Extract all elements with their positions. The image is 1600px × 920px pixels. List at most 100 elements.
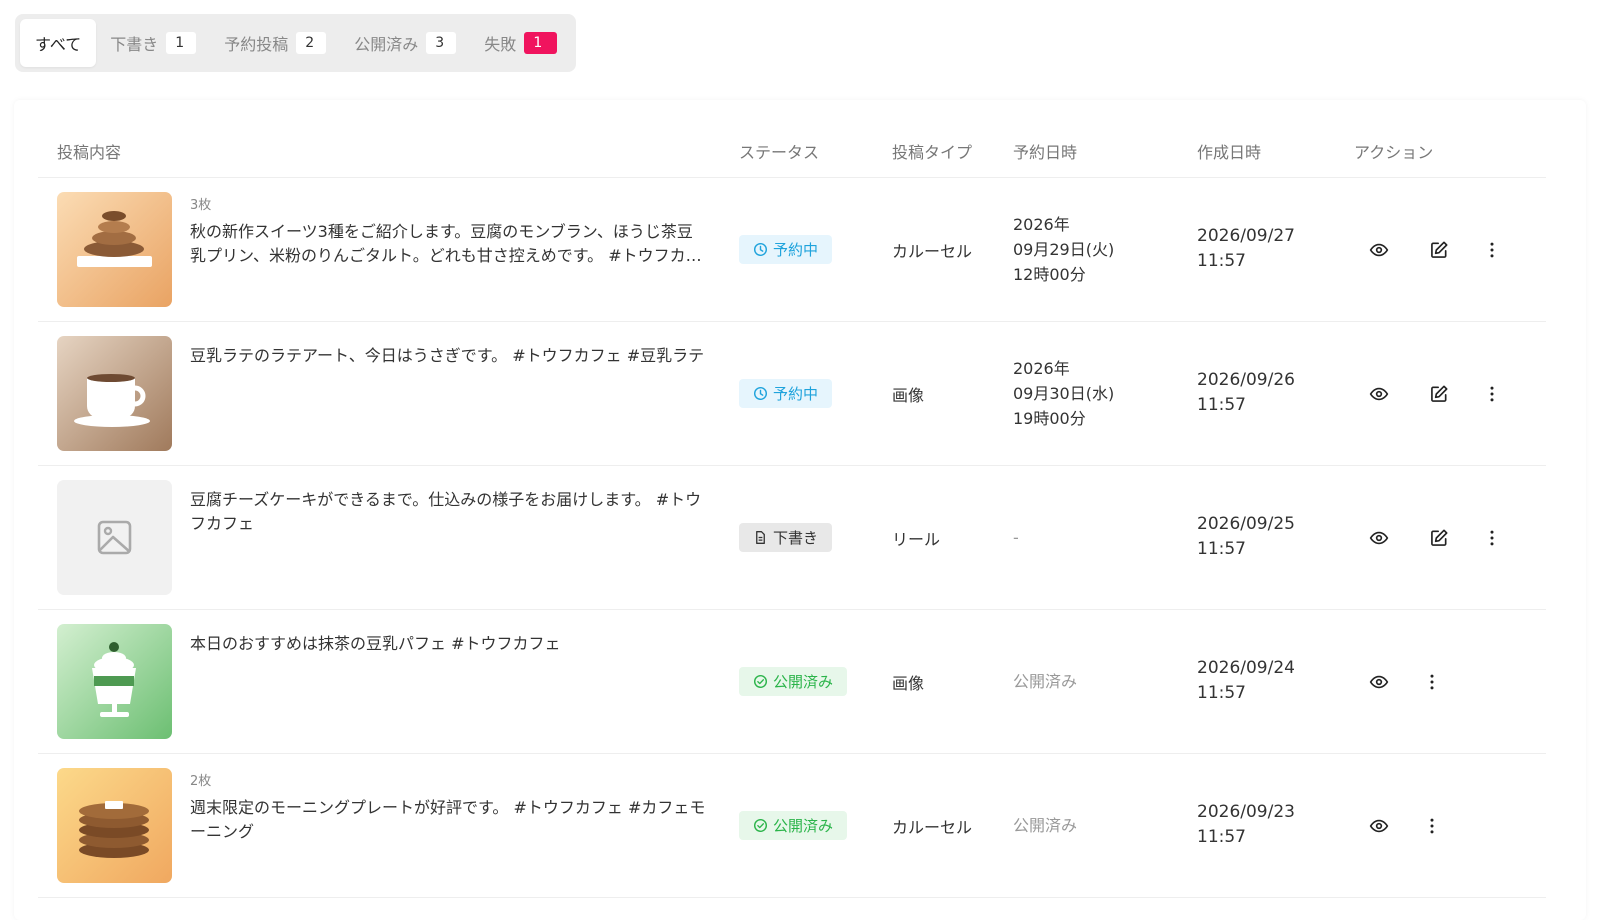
tab-all[interactable]: すべて xyxy=(20,19,97,67)
scheduled-time: 19時00分 xyxy=(1013,409,1086,428)
table-row[interactable]: 2枚 週末限定のモーニングプレートが好評です。 #トウフカフェ #カフェモーニン… xyxy=(38,754,1546,898)
post-thumbnail-parfait[interactable] xyxy=(57,624,172,739)
post-thumbnail-empty[interactable] xyxy=(57,480,172,595)
post-content: 豆腐チーズケーキができるまで。仕込みの様子をお届けします。 #トウフカフェ xyxy=(190,490,702,533)
scheduled-datetime: 公開済み xyxy=(1013,816,1078,835)
created-time: 11:57 xyxy=(1197,539,1246,559)
status-badge: 公開済み xyxy=(739,811,848,840)
tab-label: 失敗 xyxy=(484,35,517,54)
table-row[interactable]: 豆乳ラテのラテアート、今日はうさぎです。 #トウフカフェ #豆乳ラテ 予約中 画… xyxy=(38,322,1546,466)
created-time: 11:57 xyxy=(1197,683,1246,703)
post-content: 豆乳ラテのラテアート、今日はうさぎです。 #トウフカフェ #豆乳ラテ xyxy=(190,346,705,365)
scheduled-datetime: 公開済み xyxy=(1013,672,1078,691)
created-date: 2026/09/23 xyxy=(1197,802,1295,822)
tab-count-badge: 1 xyxy=(166,32,197,54)
status-label: 公開済み xyxy=(773,673,834,691)
edit-icon xyxy=(1431,385,1448,402)
edit-button[interactable] xyxy=(1427,526,1451,550)
created-datetime: 2026/09/27 11:57 xyxy=(1197,224,1295,274)
status-badge: 下書き xyxy=(739,523,833,552)
status-label: 公開済み xyxy=(773,817,834,835)
table-header: 投稿内容 ステータス 投稿タイプ 予約日時 作成日時 アクション xyxy=(38,124,1546,178)
image-placeholder-icon xyxy=(97,520,132,555)
more-options-button[interactable] xyxy=(1480,238,1504,262)
post-type: リール xyxy=(892,530,941,549)
tab-scheduled[interactable]: 予約投稿 2 xyxy=(210,19,340,67)
more-options-button[interactable] xyxy=(1480,382,1504,406)
more-options-button[interactable] xyxy=(1480,526,1504,550)
eye-icon xyxy=(1369,819,1389,833)
created-datetime: 2026/09/24 11:57 xyxy=(1197,656,1295,706)
eye-icon xyxy=(1369,675,1389,689)
tab-label: 下書き xyxy=(110,35,159,54)
preview-button[interactable] xyxy=(1367,670,1391,694)
status-label: 予約中 xyxy=(773,385,819,403)
created-date: 2026/09/26 xyxy=(1197,370,1295,390)
tab-label: すべて xyxy=(35,35,82,54)
more-vertical-icon xyxy=(1430,818,1434,834)
post-thumbnail-latte[interactable] xyxy=(57,336,172,451)
more-options-button[interactable] xyxy=(1420,670,1444,694)
column-header-type: 投稿タイプ xyxy=(892,143,973,162)
column-header-status: ステータス xyxy=(739,143,820,162)
post-content: 本日のおすすめは抹茶の豆乳パフェ #トウフカフェ xyxy=(190,634,561,653)
scheduled-date: 09月29日(火) xyxy=(1013,240,1115,259)
parfait-illustration xyxy=(57,624,172,739)
check-circle-icon xyxy=(753,818,768,833)
created-date: 2026/09/25 xyxy=(1197,514,1295,534)
created-time: 11:57 xyxy=(1197,827,1246,847)
more-options-button[interactable] xyxy=(1420,814,1444,838)
created-time: 11:57 xyxy=(1197,251,1246,271)
created-date: 2026/09/27 xyxy=(1197,226,1295,246)
preview-button[interactable] xyxy=(1367,526,1391,550)
created-date: 2026/09/24 xyxy=(1197,658,1295,678)
edit-icon xyxy=(1431,241,1448,258)
column-header-created: 作成日時 xyxy=(1197,143,1262,162)
status-badge: 公開済み xyxy=(739,667,848,696)
tab-count-badge: 3 xyxy=(426,32,457,54)
status-badge: 予約中 xyxy=(739,379,833,408)
tab-count-badge: 1 xyxy=(524,32,558,54)
scheduled-datetime: 2026年 09月29日(火) 12時00分 xyxy=(1013,212,1114,287)
dessert-illustration xyxy=(57,192,172,307)
post-content: 週末限定のモーニングプレートが好評です。 #トウフカフェ #カフェモーニング xyxy=(190,798,706,841)
scheduled-year: 2026年 xyxy=(1013,215,1070,234)
post-thumbnail-montblanc[interactable] xyxy=(57,192,172,307)
clock-icon xyxy=(753,242,768,257)
edit-button[interactable] xyxy=(1427,238,1451,262)
table-row[interactable]: 本日のおすすめは抹茶の豆乳パフェ #トウフカフェ 公開済み 画像 公開済み 20… xyxy=(38,610,1546,754)
eye-icon xyxy=(1369,243,1389,257)
created-datetime: 2026/09/26 11:57 xyxy=(1197,368,1295,418)
tab-published[interactable]: 公開済み 3 xyxy=(340,19,470,67)
post-type: 画像 xyxy=(892,674,925,693)
table-row[interactable]: 3枚 秋の新作スイーツ3種をご紹介します。豆腐のモンブラン、ほうじ茶豆乳プリン、… xyxy=(38,178,1546,322)
eye-icon xyxy=(1369,531,1389,545)
post-content: 秋の新作スイーツ3種をご紹介します。豆腐のモンブラン、ほうじ茶豆乳プリン、米粉の… xyxy=(190,222,702,265)
status-label: 下書き xyxy=(773,529,819,547)
column-header-scheduled: 予約日時 xyxy=(1013,143,1078,162)
preview-button[interactable] xyxy=(1367,382,1391,406)
pancake-illustration xyxy=(57,768,172,883)
tab-failed[interactable]: 失敗 1 xyxy=(470,19,571,67)
status-badge: 予約中 xyxy=(739,235,833,264)
clock-icon xyxy=(753,386,768,401)
created-datetime: 2026/09/25 11:57 xyxy=(1197,512,1295,562)
preview-button[interactable] xyxy=(1367,814,1391,838)
post-thumbnail-pancakes[interactable] xyxy=(57,768,172,883)
edit-button[interactable] xyxy=(1427,382,1451,406)
tab-draft[interactable]: 下書き 1 xyxy=(96,19,210,67)
more-vertical-icon xyxy=(1490,386,1494,402)
tab-label: 公開済み xyxy=(354,35,419,54)
preview-button[interactable] xyxy=(1367,238,1391,262)
scheduled-datetime: 2026年 09月30日(水) 19時00分 xyxy=(1013,356,1114,431)
scheduled-time: 12時00分 xyxy=(1013,265,1086,284)
scheduled-date: 09月30日(水) xyxy=(1013,384,1115,403)
status-filter-tabs: すべて 下書き 1 予約投稿 2 公開済み 3 失敗 1 xyxy=(15,14,577,72)
scheduled-year: 2026年 xyxy=(1013,359,1070,378)
created-time: 11:57 xyxy=(1197,395,1246,415)
posts-table: 投稿内容 ステータス 投稿タイプ 予約日時 作成日時 アクション 3枚 秋の新作… xyxy=(14,100,1586,920)
more-vertical-icon xyxy=(1490,530,1494,546)
column-header-actions: アクション xyxy=(1354,143,1434,162)
check-circle-icon xyxy=(753,674,768,689)
table-row[interactable]: 豆腐チーズケーキができるまで。仕込みの様子をお届けします。 #トウフカフェ 下書… xyxy=(38,466,1546,610)
